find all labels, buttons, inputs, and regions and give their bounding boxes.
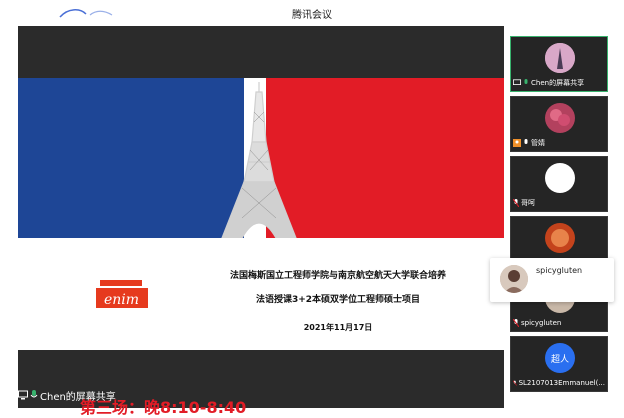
footer-caption: 第三场：晚8:10-8:40 [80,398,247,417]
mic-icon [524,139,528,144]
flag-blue-band [18,78,244,238]
mic-icon [524,79,528,84]
participant-name: Chen的屏幕共享 [531,79,585,87]
flower-avatar [545,103,575,133]
screen-icon [18,390,28,400]
screen-icon [513,79,521,85]
eiffel-tower-icon [221,82,297,238]
enim-logo-icon: enim [96,280,148,308]
mic-muted-icon [513,199,519,207]
presentation-slide: enim 法国梅斯国立工程师学院与南京航空航天大学联合培养 法语授课3+2本硕双… [18,78,504,350]
slide-title-line2: 法语授课3+2本硕双学位工程师硕士项目 [255,295,421,305]
participant-tile[interactable]: 哥呵 [510,156,608,212]
popup-name: spicygluten [536,266,583,275]
mic-muted-icon [513,380,517,386]
participant-tile[interactable]: Chen的屏幕共享 [510,36,608,92]
svg-text:enim: enim [104,292,139,308]
slide-title-line1: 法国梅斯国立工程师学院与南京航空航天大学联合培养 [229,271,446,281]
popup-avatar [500,265,528,293]
participant-hover-card: spicygluten [490,258,614,302]
participant-name: 哥呵 [521,199,535,207]
participant-name: 管婧 [531,139,545,147]
window-title: 腾讯会议 [292,10,332,21]
slide-date: 2021年11月17日 [303,323,373,332]
participant-name: SL2107013Emmanuel(... [518,379,605,387]
participant-tile[interactable]: 管婧 [510,96,608,152]
food-avatar [545,223,575,253]
text-avatar: 超人 [545,343,575,373]
white-circle-avatar [545,163,575,193]
eiffel-tower-avatar [545,43,575,73]
user-icon [513,139,521,147]
mic-icon [30,390,38,398]
mic-muted-icon [513,319,519,327]
participant-name: spicygluten [521,319,562,327]
participant-tile[interactable]: 超人 SL2107013Emmanuel(... [510,336,608,392]
